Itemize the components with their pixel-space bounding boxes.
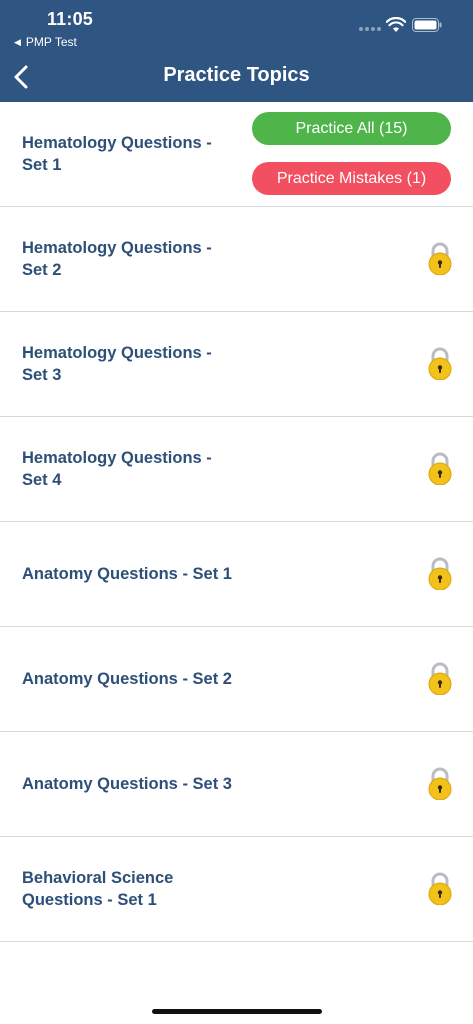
topic-row[interactable]: Anatomy Questions - Set 1	[0, 522, 473, 627]
header: 11:05 ◀ PMP Test Practice Topics	[0, 0, 473, 102]
home-indicator[interactable]	[152, 1009, 322, 1014]
lock-icon	[428, 872, 452, 905]
topic-title: Hematology Questions - Set 4	[22, 449, 212, 489]
topic-row[interactable]: Hematology Questions - Set 3	[0, 312, 473, 417]
topic-title: Behavioral Science Questions - Set 1	[22, 869, 174, 909]
page-title: Practice Topics	[163, 64, 310, 86]
topic-title: Anatomy Questions - Set 3	[22, 775, 232, 793]
topic-row[interactable]: Hematology Questions - Set 2	[0, 207, 473, 312]
status-time: 11:05	[46, 9, 94, 29]
wifi-icon	[386, 17, 406, 32]
cellular-signal-icon	[359, 27, 381, 31]
topic-row[interactable]: Behavioral Science Questions - Set 1	[0, 837, 473, 942]
lock-icon	[428, 242, 452, 275]
topic-title: Hematology Questions - Set 2	[22, 239, 212, 279]
topic-row[interactable]: Hematology Questions - Set 1 Practice Al…	[0, 102, 473, 207]
lock-icon	[428, 347, 452, 380]
topic-row[interactable]: Hematology Questions - Set 4	[0, 417, 473, 522]
practice-all-button[interactable]: Practice All (15)	[252, 112, 451, 145]
back-to-app-link[interactable]: ◀ PMP Test	[14, 35, 77, 49]
topic-title: Hematology Questions - Set 1	[22, 134, 212, 174]
battery-icon	[412, 18, 442, 32]
lock-icon	[428, 662, 452, 695]
topic-title: Hematology Questions - Set 3	[22, 344, 212, 384]
topics-list: Hematology Questions - Set 1 Practice Al…	[0, 102, 473, 942]
topic-row[interactable]: Anatomy Questions - Set 3	[0, 732, 473, 837]
topic-title: Anatomy Questions - Set 1	[22, 565, 232, 583]
lock-icon	[428, 452, 452, 485]
lock-icon	[428, 557, 452, 590]
topic-row[interactable]: Anatomy Questions - Set 2	[0, 627, 473, 732]
topic-title: Anatomy Questions - Set 2	[22, 670, 232, 688]
lock-icon	[428, 767, 452, 800]
practice-mistakes-button[interactable]: Practice Mistakes (1)	[252, 162, 451, 195]
back-app-label: PMP Test	[25, 35, 77, 49]
back-triangle-icon: ◀	[14, 36, 21, 47]
